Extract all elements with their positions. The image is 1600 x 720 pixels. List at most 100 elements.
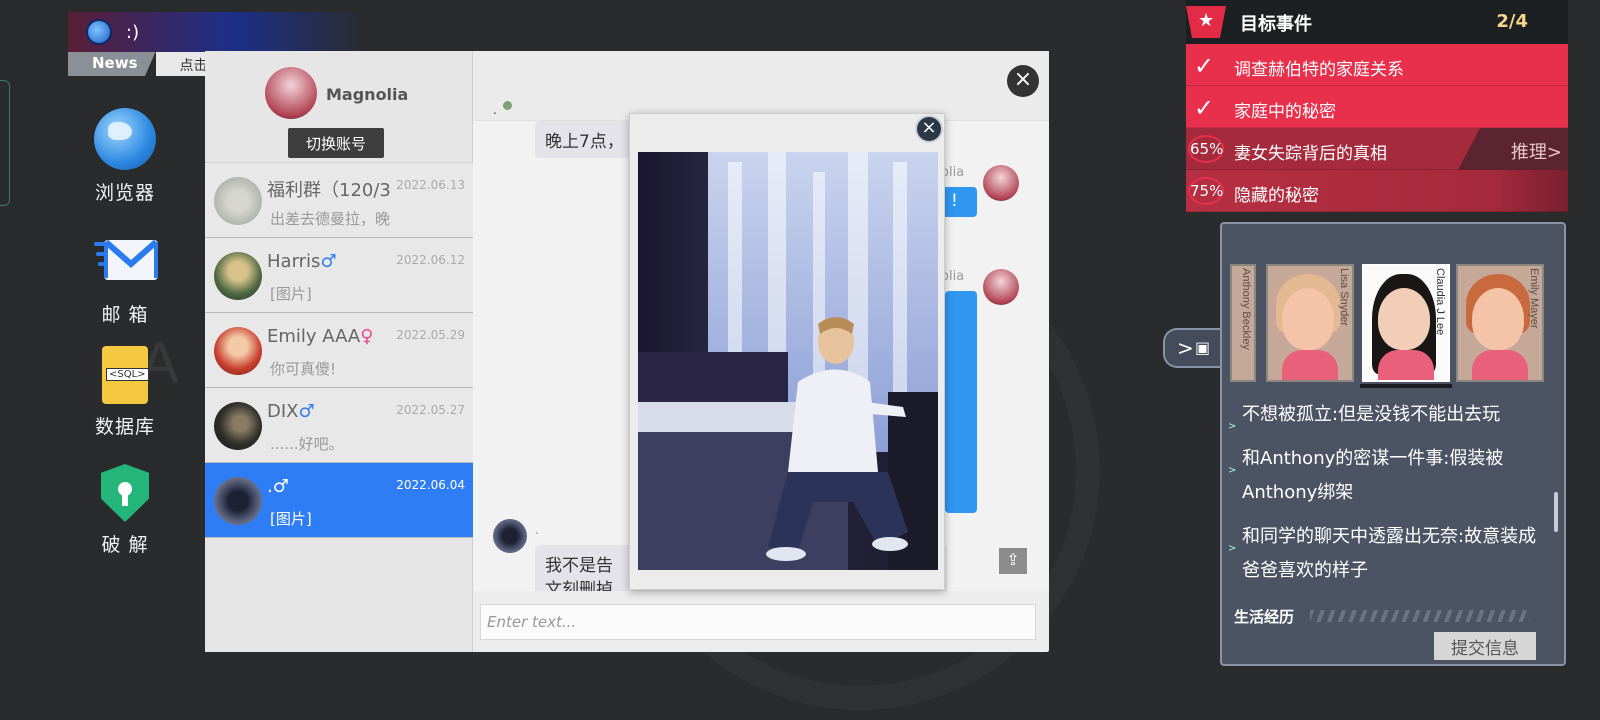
objective-text: 家庭中的秘密 [1234,102,1336,122]
sender-name: . [535,523,540,538]
conversation-title: . [493,103,497,117]
chevron-right-icon: > [1177,336,1194,360]
portrait-name: Lisa Snyder [1338,268,1350,327]
desktop-icon-label: 数据库 [94,416,155,438]
desktop-icon-label: 邮 箱 [101,304,149,326]
online-status-icon [503,101,512,110]
upload-icon[interactable]: ⇪ [999,548,1027,574]
portrait-anthony-beckley[interactable]: Anthony Beckley [1230,264,1256,382]
checkmark-icon: ✓ [1194,52,1215,80]
contact-item[interactable]: DIX♂ 2022.05.27 ......好吧。 [205,388,473,463]
male-gender-icon: ♂ [298,401,315,422]
contact-name: 福利群（120/3 [267,180,391,201]
account-avatar [265,67,317,119]
contact-item[interactable]: 福利群（120/3 2022.06.13 出差去德曼拉，晚 [205,163,473,238]
contact-preview: [图片] [270,285,312,303]
left-edge-handle[interactable] [0,80,10,206]
contact-item-selected[interactable]: .♂ 2022.06.04 [图片] [205,463,473,538]
message-bubble: ! [941,187,977,217]
news-headline: :) [126,21,140,43]
character-profile-panel: Anthony Beckley Lisa Snyder Claudia J Le… [1220,222,1566,666]
contact-sidebar: Magnolia 切换账号 福利群（120/3 2022.06.13 出差去德曼… [205,51,473,652]
contact-card-icon: ▣ [1195,338,1211,357]
objectives-header: ★ 目标事件 2/4 [1186,0,1568,44]
contact-date: 2022.05.29 [396,328,465,342]
profile-toggle-tab[interactable]: > ▣ [1163,328,1223,368]
avatar [983,165,1019,201]
sql-badge: <SQL> [106,368,149,381]
contact-name: Harris♂ [267,251,337,272]
contact-preview: 你可真傻! [270,360,337,378]
image-message[interactable] [945,291,977,513]
account-name: Magnolia [326,85,409,104]
objective-item[interactable]: 65% 妻女失踪背后的真相 推理> [1186,128,1568,170]
news-label: News [68,52,156,76]
preview-image [638,152,938,570]
trait-item[interactable]: > 不想被孤立:但是没钱不能出去玩 [1228,398,1553,432]
account-header: Magnolia 切换账号 [205,51,472,163]
message-bubble: 晚上7点， [535,121,634,158]
objectives-count: 2/4 [1496,11,1528,32]
contact-name: .♂ [267,476,289,497]
objective-item[interactable]: ✓ 家庭中的秘密 [1186,86,1568,128]
contact-preview: 出差去德曼拉，晚 [270,210,391,228]
objectives-title: 目标事件 [1240,14,1312,35]
avatar [214,477,262,525]
portrait-lisa-snyder[interactable]: Lisa Snyder [1266,264,1354,382]
portrait-name: Emily Mayer [1528,268,1540,329]
message-input[interactable] [481,605,1035,639]
portrait-name: Claudia J Lee [1434,268,1446,336]
objective-item[interactable]: 75% 隐藏的秘密 [1186,170,1568,212]
avatar [214,327,262,375]
contact-date: 2022.05.27 [396,403,465,417]
shield-lock-icon [101,464,149,522]
portrait-emily-mayer[interactable]: Emily Mayer [1456,264,1544,382]
contact-name: DIX♂ [267,401,315,422]
contact-item[interactable]: Emily AAA♀ 2022.05.29 你可真傻! [205,313,473,388]
switch-account-button[interactable]: 切换账号 [288,128,384,158]
globe-icon [86,19,112,45]
conversation-header: . × [473,51,1049,121]
avatar [493,519,527,553]
desktop-icon-browser[interactable]: 浏览器 [80,108,170,205]
portrait-name: Anthony Beckley [1240,268,1252,350]
objective-progress: 65% [1188,135,1224,163]
contact-name: Emily AAA♀ [267,326,374,347]
desktop-icon-database[interactable]: <SQL> 数据库 [80,346,170,439]
desktop-icon-crack[interactable]: 破 解 [80,464,170,557]
female-gender-icon: ♀ [360,326,374,347]
trait-scrollbar[interactable] [1554,492,1558,532]
trait-item[interactable]: > 和同学的聊天中透露出无奈:故意装成爸爸喜欢的样子 [1228,520,1553,588]
objectives-panel: ★ 目标事件 2/4 ✓ 调查赫伯特的家庭关系 ✓ 家庭中的秘密 65% 妻女失… [1186,0,1568,214]
infer-button[interactable]: 推理> [1511,138,1562,164]
trait-list[interactable]: > 不想被孤立:但是没钱不能出去玩 > 和Anthony的密谋一件事:假装被Anth… [1228,398,1553,588]
objective-progress: 75% [1188,177,1224,205]
male-gender-icon: ♂ [320,251,337,272]
contact-preview: [图片] [270,510,312,528]
contact-preview: ......好吧。 [270,435,344,453]
trait-item[interactable]: > 和Anthony的密谋一件事:假装被Anthony绑架 [1228,442,1553,510]
avatar [983,269,1019,305]
section-divider [1310,610,1530,622]
male-gender-icon: ♂ [272,476,289,497]
objective-text: 调查赫伯特的家庭关系 [1234,60,1404,80]
avatar [214,177,262,225]
close-image-button[interactable]: × [915,115,943,143]
objective-item[interactable]: ✓ 调查赫伯特的家庭关系 [1186,44,1568,86]
desktop-icon-label: 浏览器 [94,182,155,204]
image-preview-popup: × [629,113,945,590]
contact-item[interactable]: Harris♂ 2022.06.12 [图片] [205,238,473,313]
objective-text: 妻女失踪背后的真相 [1234,144,1387,164]
database-icon: <SQL> [102,346,149,404]
objective-text: 隐藏的秘密 [1234,186,1319,206]
desktop-icon-mail[interactable]: 邮 箱 [80,230,170,327]
submit-info-button[interactable]: 提交信息 [1434,632,1536,660]
contact-date: 2022.06.04 [396,478,465,492]
portrait-claudia-j-lee[interactable]: Claudia J Lee [1362,264,1450,382]
message-input-container [480,604,1036,640]
close-chat-button[interactable]: × [1007,65,1039,97]
globe-icon [94,108,156,170]
mail-icon [94,230,158,292]
star-icon: ★ [1186,6,1226,38]
selected-portrait-indicator [1360,384,1452,388]
